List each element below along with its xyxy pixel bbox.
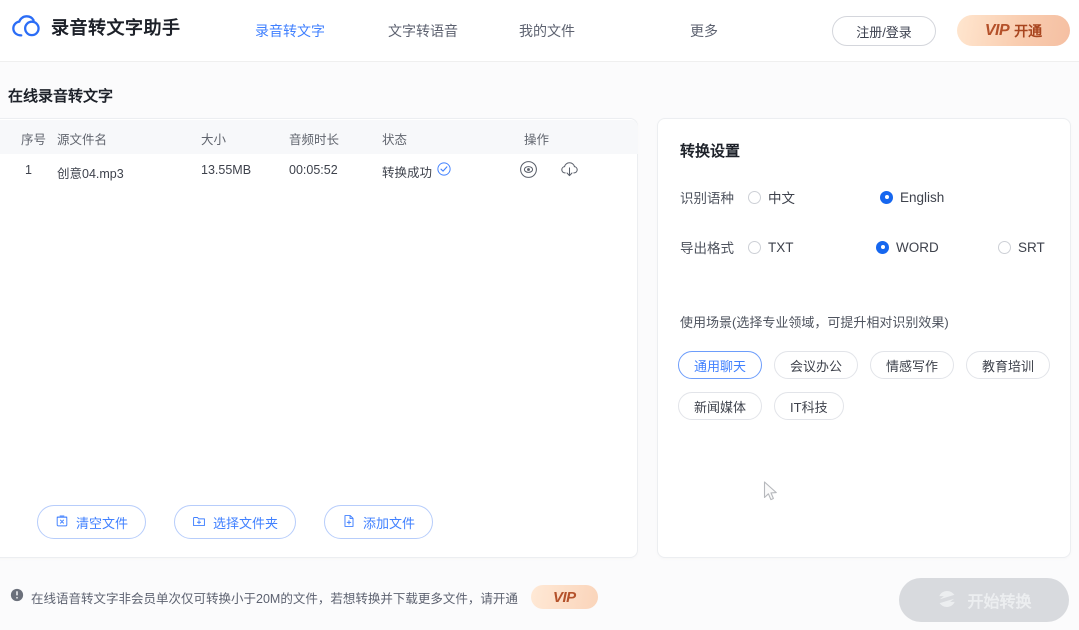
start-conversion-label: 开始转换 xyxy=(967,588,1031,612)
nav-item-more[interactable]: 更多 xyxy=(690,21,718,41)
format-option-srt[interactable]: SRT xyxy=(998,240,1045,255)
language-setting-row: 识别语种 中文 English xyxy=(680,187,795,207)
scene-tag-group: 通用聊天 会议办公 情感写作 教育培训 新闻媒体 IT科技 xyxy=(678,351,1058,420)
cell-status: 转换成功 xyxy=(382,162,451,181)
register-login-button[interactable]: 注册/登录 xyxy=(832,16,936,46)
vip-mark-text: VIP xyxy=(553,589,576,606)
scene-tag-general-chat[interactable]: 通用聊天 xyxy=(678,351,762,379)
format-option-srt-label: SRT xyxy=(1018,240,1045,255)
cloud-logo-icon xyxy=(12,15,42,39)
radio-icon-selected xyxy=(876,241,889,254)
info-circle-icon xyxy=(10,588,24,607)
footer-notice-text: 在线语音转文字非会员单次仅可转换小于20M的文件，若想转换并下载更多文件，请开通 xyxy=(31,588,518,607)
file-table-header: 序号 源文件名 大小 音频时长 状态 操作 xyxy=(0,120,638,154)
language-label: 识别语种 xyxy=(680,187,734,207)
table-row[interactable]: 1 创意04.mp3 13.55MB 00:05:52 转换成功 xyxy=(0,154,638,188)
format-option-txt[interactable]: TXT xyxy=(748,240,794,255)
folder-plus-icon xyxy=(192,514,206,531)
column-header-status: 状态 xyxy=(382,129,407,148)
clear-files-button[interactable]: 清空文件 xyxy=(37,505,146,539)
radio-icon xyxy=(748,191,761,204)
format-label: 导出格式 xyxy=(680,237,734,257)
footer-notice: 在线语音转文字非会员单次仅可转换小于20M的文件，若想转换并下载更多文件，请开通… xyxy=(10,585,598,609)
vip-upgrade-button[interactable]: VIP 开通 xyxy=(957,15,1070,46)
scene-tag-it-tech[interactable]: IT科技 xyxy=(774,392,844,420)
vip-upgrade-label: 开通 xyxy=(1014,21,1042,41)
cell-filename: 创意04.mp3 xyxy=(57,163,124,182)
column-header-index: 序号 xyxy=(21,129,46,148)
column-header-actions: 操作 xyxy=(524,129,549,148)
scene-tag-emotional-writing[interactable]: 情感写作 xyxy=(870,351,954,379)
radio-icon-selected xyxy=(880,191,893,204)
column-header-size: 大小 xyxy=(201,129,226,148)
scene-tag-news-media[interactable]: 新闻媒体 xyxy=(678,392,762,420)
brand-logo[interactable]: 录音转文字助手 xyxy=(12,14,181,40)
clear-files-label: 清空文件 xyxy=(76,513,128,532)
main-nav: 录音转文字 文字转语音 我的文件 更多 xyxy=(255,0,718,62)
eye-icon[interactable] xyxy=(519,160,538,184)
file-action-bar: 清空文件 选择文件夹 xyxy=(0,505,639,539)
footer-vip-badge[interactable]: VIP xyxy=(531,585,598,609)
language-option-english-label: English xyxy=(900,190,944,205)
refresh-icon xyxy=(936,588,958,613)
language-option-english[interactable]: English xyxy=(880,190,944,205)
format-option-txt-label: TXT xyxy=(768,240,794,255)
page-title: 在线录音转文字 xyxy=(8,85,113,106)
nav-item-my-files[interactable]: 我的文件 xyxy=(519,21,575,41)
conversion-settings-panel: 转换设置 识别语种 中文 English 导出格式 TXT WORD xyxy=(657,118,1071,558)
radio-icon xyxy=(998,241,1011,254)
cell-actions xyxy=(519,160,579,184)
vip-mark-text: VIP xyxy=(985,22,1009,40)
radio-icon xyxy=(748,241,761,254)
scene-tag-meeting-office[interactable]: 会议办公 xyxy=(774,351,858,379)
status-text: 转换成功 xyxy=(382,162,432,181)
scene-tag-education-training[interactable]: 教育培训 xyxy=(966,351,1050,379)
cell-index: 1 xyxy=(25,163,32,177)
add-file-label: 添加文件 xyxy=(363,513,415,532)
format-setting-row: 导出格式 TXT WORD SRT xyxy=(680,237,794,257)
column-header-filename: 源文件名 xyxy=(57,129,107,148)
file-plus-icon xyxy=(342,514,356,531)
add-file-button[interactable]: 添加文件 xyxy=(324,505,433,539)
brand-name: 录音转文字助手 xyxy=(51,14,181,40)
format-option-word[interactable]: WORD xyxy=(876,240,939,255)
column-header-duration: 音频时长 xyxy=(289,129,339,148)
cell-duration: 00:05:52 xyxy=(289,163,338,177)
cell-size: 13.55MB xyxy=(201,163,251,177)
app-root: 录音转文字助手 录音转文字 文字转语音 我的文件 更多 注册/登录 VIP 开通… xyxy=(0,0,1079,630)
select-folder-button[interactable]: 选择文件夹 xyxy=(174,505,296,539)
check-circle-icon xyxy=(437,162,451,181)
file-list-panel: 序号 源文件名 大小 音频时长 状态 操作 1 创意04.mp3 13.55MB… xyxy=(0,118,638,558)
start-conversion-button[interactable]: 开始转换 xyxy=(899,578,1069,622)
select-folder-label: 选择文件夹 xyxy=(213,513,278,532)
nav-item-text-to-speech[interactable]: 文字转语音 xyxy=(388,21,458,41)
nav-item-audio-to-text[interactable]: 录音转文字 xyxy=(255,21,325,41)
cloud-download-icon[interactable] xyxy=(560,160,579,184)
language-option-chinese-label: 中文 xyxy=(768,187,795,207)
language-option-chinese[interactable]: 中文 xyxy=(748,187,795,207)
format-option-word-label: WORD xyxy=(896,240,939,255)
trash-box-icon xyxy=(55,514,69,531)
settings-title: 转换设置 xyxy=(680,140,740,161)
app-header: 录音转文字助手 录音转文字 文字转语音 我的文件 更多 注册/登录 VIP 开通 xyxy=(0,0,1079,62)
scene-note: 使用场景(选择专业领域，可提升相对识别效果) xyxy=(680,312,949,331)
